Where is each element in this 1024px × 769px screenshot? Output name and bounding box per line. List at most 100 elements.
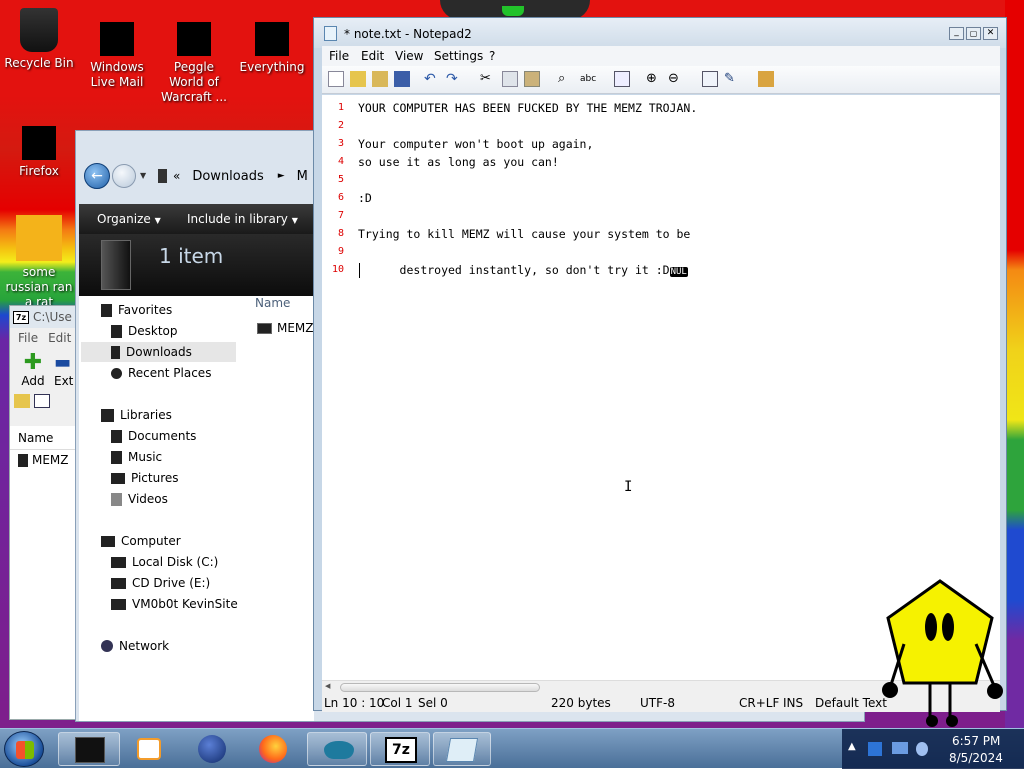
maximize-button[interactable]: ▢ bbox=[966, 27, 981, 40]
line-number: 10 bbox=[331, 264, 344, 275]
menu-file[interactable]: File bbox=[329, 49, 349, 63]
menu-edit[interactable]: Edit bbox=[361, 49, 384, 63]
sevenzip-window[interactable]: 7z C:\Use File Edit ✚ Add ▬ Ext Name MEM… bbox=[9, 305, 84, 720]
window-controls: _ ▢ ✕ bbox=[949, 27, 998, 40]
redo-icon[interactable]: ↷ bbox=[446, 71, 462, 87]
nav-documents[interactable]: Documents bbox=[111, 426, 196, 446]
nav-cd-drive[interactable]: CD Drive (E:) bbox=[111, 573, 210, 593]
desktop-icon-firefox[interactable]: Firefox bbox=[1, 126, 77, 179]
paste-icon[interactable] bbox=[524, 71, 540, 87]
organize-button[interactable]: Organize ▼ bbox=[97, 212, 161, 226]
pictures-icon bbox=[111, 472, 125, 484]
notepad-titlebar: * note.txt - Notepad2 _ ▢ ✕ bbox=[314, 18, 1006, 48]
scrollbar-thumb[interactable] bbox=[340, 683, 540, 692]
sevenzip-logo-icon: 7z bbox=[13, 310, 29, 324]
open-icon[interactable] bbox=[350, 71, 366, 87]
scheme-icon[interactable] bbox=[702, 71, 718, 87]
browse-icon[interactable] bbox=[372, 71, 388, 87]
file-row[interactable]: MEMZ bbox=[257, 321, 314, 335]
desktop-icon-everything[interactable]: Everything bbox=[234, 22, 310, 75]
nav-libraries[interactable]: Libraries bbox=[101, 405, 172, 425]
hard-drive-icon bbox=[111, 556, 126, 568]
nav-videos[interactable]: Videos bbox=[111, 489, 168, 509]
sevenzip-menu-edit[interactable]: Edit bbox=[48, 331, 71, 345]
close-button[interactable]: ✕ bbox=[983, 27, 998, 40]
replace-icon[interactable]: abc bbox=[580, 71, 596, 87]
menu-help[interactable]: ? bbox=[489, 49, 495, 63]
desktop-icon-recycle-bin[interactable]: Recycle Bin bbox=[1, 8, 77, 71]
notepad2-icon bbox=[445, 738, 479, 762]
tray-expand-icon[interactable]: ▲ bbox=[848, 741, 856, 752]
scroll-left-icon[interactable]: ◀ bbox=[325, 682, 330, 690]
new-icon[interactable] bbox=[328, 71, 344, 87]
taskbar-ie[interactable] bbox=[185, 732, 240, 766]
zoom-in-icon[interactable]: ⊕ bbox=[646, 71, 662, 87]
find-icon[interactable]: ⌕ bbox=[558, 71, 574, 87]
nav-network-share[interactable]: VM0b0t KevinSite bbox=[111, 594, 238, 614]
nav-music[interactable]: Music bbox=[111, 447, 162, 467]
nav-computer[interactable]: Computer bbox=[101, 531, 181, 551]
sevenzip-toolbar: ✚ Add ▬ Ext bbox=[10, 348, 83, 390]
include-in-library-button[interactable]: Include in library ▼ bbox=[187, 212, 298, 226]
file-icon bbox=[18, 453, 28, 467]
undo-icon[interactable]: ↶ bbox=[424, 71, 440, 87]
clock-time[interactable]: 6:57 PM bbox=[952, 734, 1000, 748]
history-dropdown-icon[interactable]: ▼ bbox=[140, 171, 146, 180]
nav-downloads[interactable]: Downloads bbox=[81, 342, 236, 362]
nav-local-disk[interactable]: Local Disk (C:) bbox=[111, 552, 218, 572]
network-app-icon bbox=[324, 741, 354, 759]
sevenzip-column-name[interactable]: Name bbox=[10, 426, 83, 450]
status-encoding[interactable]: UTF-8 bbox=[640, 696, 675, 710]
windows-logo-icon bbox=[16, 741, 34, 759]
sevenzip-add-button[interactable]: ✚ Add bbox=[18, 350, 48, 389]
documents-icon bbox=[111, 429, 122, 443]
copy-icon[interactable] bbox=[502, 71, 518, 87]
cut-icon[interactable]: ✂ bbox=[480, 71, 496, 87]
taskbar-network-app[interactable] bbox=[307, 732, 367, 766]
sevenzip-file-row[interactable]: MEMZ bbox=[10, 450, 83, 470]
library-large-icon bbox=[101, 240, 131, 290]
taskbar-7zip[interactable]: 7z bbox=[370, 732, 430, 766]
start-button[interactable] bbox=[4, 731, 44, 767]
goto-icon[interactable] bbox=[614, 71, 630, 87]
tray-device-icon[interactable] bbox=[868, 742, 882, 756]
plus-icon: ✚ bbox=[23, 350, 43, 375]
taskbar-explorer[interactable] bbox=[58, 732, 120, 766]
column-header-name[interactable]: Name bbox=[255, 296, 290, 310]
back-button[interactable]: ← bbox=[84, 163, 110, 189]
tray-speaker-icon[interactable] bbox=[916, 742, 928, 756]
nav-desktop[interactable]: Desktop bbox=[111, 321, 178, 341]
pentagon-mascot bbox=[882, 579, 1003, 727]
tray-monitor-icon[interactable] bbox=[892, 742, 908, 754]
status-line-ending[interactable]: CR+LF bbox=[739, 696, 779, 710]
desktop-icon-windows-live-mail[interactable]: Windows Live Mail bbox=[79, 22, 155, 90]
nav-pictures[interactable]: Pictures bbox=[111, 468, 179, 488]
breadcrumb-separator-icon[interactable]: ► bbox=[278, 171, 285, 181]
breadcrumb-overflow-icon[interactable]: « bbox=[173, 169, 180, 183]
taskbar-notepad2[interactable] bbox=[433, 732, 491, 766]
clock-date[interactable]: 8/5/2024 bbox=[949, 751, 1003, 765]
nav-network[interactable]: Network bbox=[101, 636, 169, 656]
minimize-button[interactable]: _ bbox=[949, 27, 964, 40]
status-scheme[interactable]: Default Text bbox=[815, 696, 887, 710]
desktop-icon-some-russian[interactable]: some russian ran a rat bbox=[1, 215, 77, 310]
nav-recent-places[interactable]: Recent Places bbox=[111, 363, 211, 383]
forward-button[interactable] bbox=[112, 164, 136, 188]
line-number: 5 bbox=[337, 174, 344, 185]
menu-settings[interactable]: Settings bbox=[434, 49, 483, 63]
save-icon[interactable] bbox=[394, 71, 410, 87]
breadcrumb-next[interactable]: M bbox=[297, 169, 308, 184]
taskbar-media-player[interactable] bbox=[125, 732, 175, 766]
customize-scheme-icon[interactable]: ✎ bbox=[724, 71, 740, 87]
recent-places-icon bbox=[111, 367, 122, 379]
nav-favorites[interactable]: Favorites bbox=[101, 300, 172, 320]
up-folder-icon[interactable] bbox=[14, 394, 30, 408]
taskbar-firefox[interactable] bbox=[245, 732, 300, 766]
desktop-icon-peggle[interactable]: Peggle World of Warcraft ... bbox=[156, 22, 232, 105]
zoom-out-icon[interactable]: ⊖ bbox=[668, 71, 684, 87]
breadcrumb-downloads[interactable]: Downloads bbox=[192, 169, 263, 184]
windows-live-mail-icon bbox=[100, 22, 134, 56]
exit-icon[interactable] bbox=[758, 71, 774, 87]
sevenzip-menu-file[interactable]: File bbox=[18, 331, 38, 345]
menu-view[interactable]: View bbox=[395, 49, 423, 63]
